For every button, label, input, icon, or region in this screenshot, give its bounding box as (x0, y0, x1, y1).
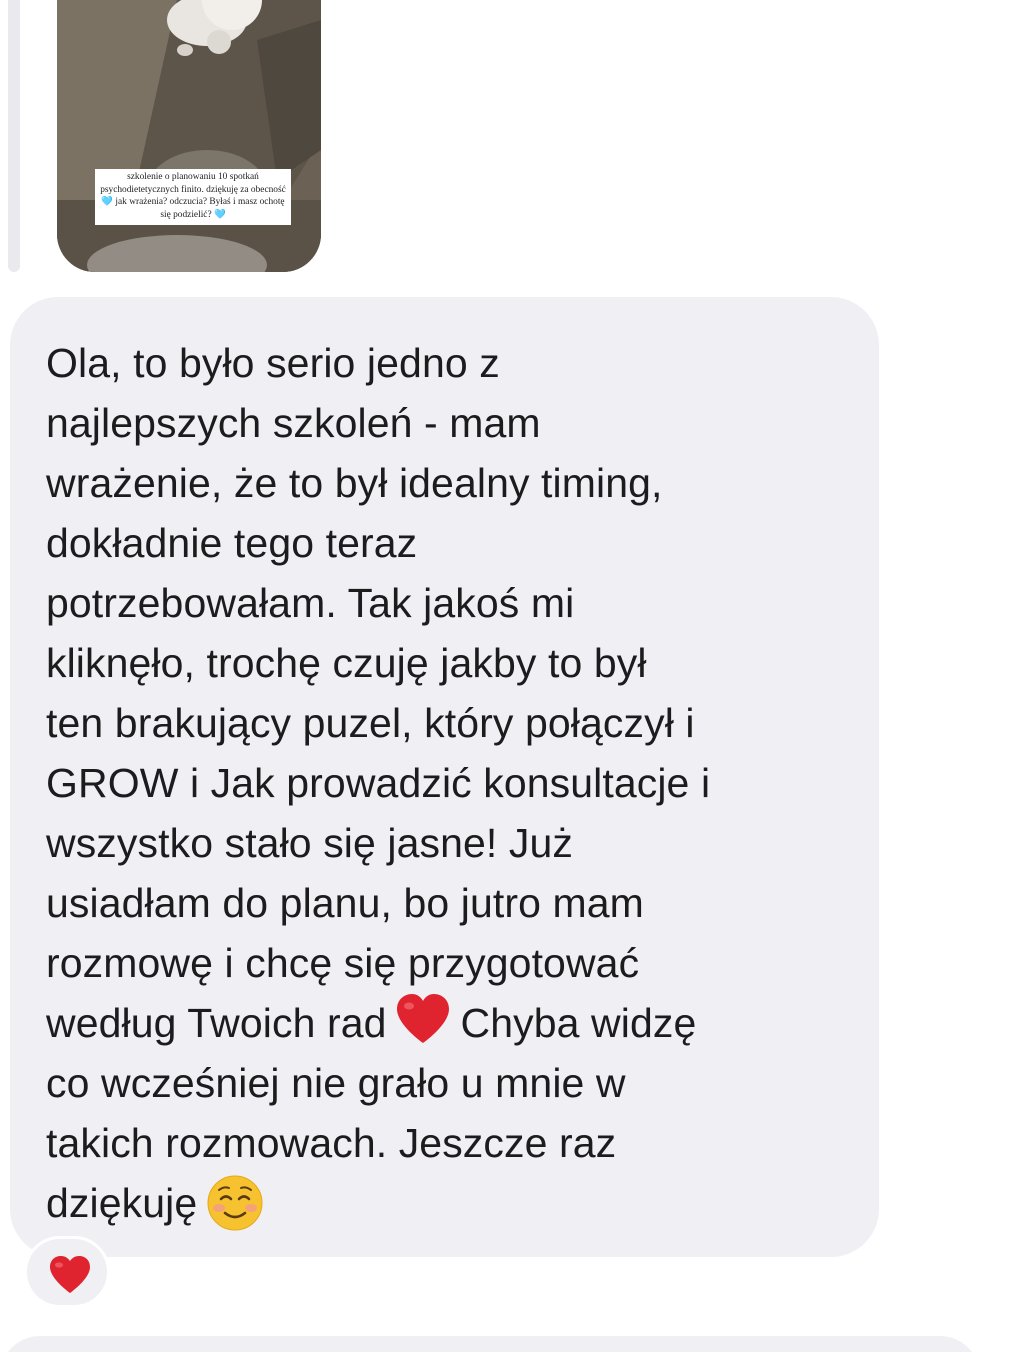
heart-emoji-icon (396, 994, 449, 1043)
story-reply-thumbnail[interactable]: szkolenie o planowaniu 10 spotkań psycho… (57, 0, 321, 272)
story-photo (57, 0, 321, 272)
message-line: GROW i Jak prowadzić konsultacje i (46, 760, 711, 806)
message-line-with-emoji: według Twoich rad Chyba widzę (46, 993, 866, 1053)
message-line: ten brakujący puzel, który połączył i (46, 700, 695, 746)
message-line: potrzebowałam. Tak jakoś mi (46, 580, 575, 626)
message-line: Ola, to było serio jedno z (46, 340, 500, 386)
message-line: wrażenie, że to był idealny timing, (46, 460, 663, 506)
message-line-part: według Twoich rad (46, 1000, 387, 1046)
message-line: rozmowę i chcę się przygotować (46, 940, 640, 986)
chat-thread: szkolenie o planowaniu 10 spotkań psycho… (0, 0, 1020, 1352)
message-line: co wcześniej nie grało u mnie w (46, 1060, 626, 1106)
message-text: Ola, to było serio jedno z najlepszych s… (46, 333, 866, 1233)
message-line: najlepszych szkoleń - mam (46, 400, 541, 446)
message-line: kliknęło, trochę czuję jakby to był (46, 640, 647, 686)
message-line-with-emoji: dziękuję (46, 1173, 866, 1233)
next-message-bubble[interactable] (0, 1336, 980, 1352)
message-line: wszystko stało się jasne! Już (46, 820, 573, 866)
message-reaction[interactable] (24, 1236, 110, 1308)
story-caption: szkolenie o planowaniu 10 spotkań psycho… (95, 169, 291, 225)
message-line-part: dziękuję (46, 1180, 198, 1226)
heart-reaction-icon (50, 1256, 90, 1293)
message-line: dokładnie tego teraz (46, 520, 418, 566)
message-line: usiadłam do planu, bo jutro mam (46, 880, 644, 926)
reply-indicator-line (8, 0, 20, 272)
message-line-part: Chyba widzę (460, 1000, 697, 1046)
message-line: takich rozmowach. Jeszcze raz (46, 1120, 617, 1166)
smiling-face-emoji-icon (207, 1175, 263, 1231)
